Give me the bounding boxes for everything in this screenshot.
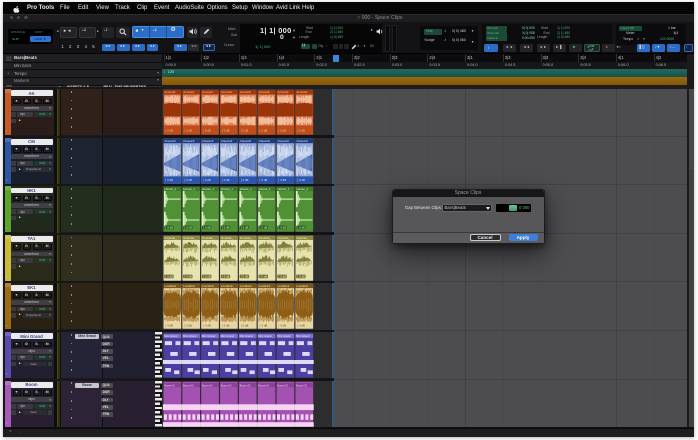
svg-text:⌠ 0 dB: ⌠ 0 dB: [184, 226, 192, 230]
svg-text:⌠ 0 dB: ⌠ 0 dB: [278, 177, 286, 181]
svg-text:Classic#: Classic#: [183, 139, 195, 143]
svg-text:Classic#: Classic#: [164, 139, 176, 143]
svg-text:House_1: House_1: [259, 187, 271, 191]
svg-text:Dzybiab_: Dzybiab_: [296, 236, 309, 240]
svg-text:Dzybiab_: Dzybiab_: [277, 236, 290, 240]
svg-text:Loudkick: Loudkick: [277, 284, 289, 288]
svg-text:⌠ 0 dB: ⌠ 0 dB: [278, 128, 286, 132]
svg-text:⌠ 0 dB: ⌠ 0 dB: [221, 274, 229, 278]
svg-text:Loudkick: Loudkick: [221, 284, 233, 288]
svg-text:Dzybiab_: Dzybiab_: [183, 236, 196, 240]
svg-text:⌠ 0 dB: ⌠ 0 dB: [165, 226, 173, 230]
svg-text:⌠ 0 dB: ⌠ 0 dB: [184, 274, 192, 278]
svg-text:⌠ 0 dB: ⌠ 0 dB: [240, 274, 248, 278]
svg-text:⌠ 0 dB: ⌠ 0 dB: [297, 226, 305, 230]
svg-text:⌠ 0 dB: ⌠ 0 dB: [184, 324, 192, 328]
svg-text:Acoustic: Acoustic: [240, 90, 252, 94]
svg-text:Boom+Cl: Boom+Cl: [258, 383, 269, 387]
svg-text:Mini Gr|and: Mini Gr|and: [277, 334, 291, 338]
svg-text:⌠ 0 dB: ⌠ 0 dB: [240, 128, 248, 132]
svg-text:⌠ 0 dB: ⌠ 0 dB: [297, 324, 305, 328]
svg-text:Boom+Cl: Boom+Cl: [221, 383, 232, 387]
svg-text:Boom+Cl: Boom+Cl: [277, 383, 288, 387]
svg-text:Mini Gr|and: Mini Gr|and: [202, 334, 216, 338]
svg-text:⌠ 0 dB: ⌠ 0 dB: [297, 128, 305, 132]
svg-text:Boom+Cl: Boom+Cl: [240, 383, 251, 387]
svg-text:Dzybiab_: Dzybiab_: [202, 236, 215, 240]
svg-text:⌠ 0 dB: ⌠ 0 dB: [203, 177, 211, 181]
svg-text:House_1: House_1: [183, 187, 195, 191]
svg-text:Loudkick: Loudkick: [183, 284, 195, 288]
svg-text:⌠ 0 dB: ⌠ 0 dB: [240, 177, 248, 181]
svg-text:⌠ 0 dB: ⌠ 0 dB: [297, 274, 305, 278]
svg-text:⌠ 0 dB: ⌠ 0 dB: [259, 226, 267, 230]
svg-text:⌠ 0 dB: ⌠ 0 dB: [203, 128, 211, 132]
svg-text:House_1: House_1: [202, 187, 214, 191]
svg-text:Acoustic: Acoustic: [202, 90, 214, 94]
svg-text:⌠ 0 dB: ⌠ 0 dB: [165, 177, 173, 181]
svg-text:Boom+Cl: Boom+Cl: [296, 383, 307, 387]
svg-text:Boom+Cl: Boom+Cl: [183, 383, 194, 387]
svg-text:⌠ 0 dB: ⌠ 0 dB: [184, 177, 192, 181]
svg-text:⌠ 0 dB: ⌠ 0 dB: [221, 324, 229, 328]
svg-text:⌠ 0 dB: ⌠ 0 dB: [203, 324, 211, 328]
svg-text:House_1: House_1: [277, 187, 289, 191]
svg-text:⌠ 0 dB: ⌠ 0 dB: [203, 226, 211, 230]
svg-text:Mini Gr|and: Mini Gr|and: [240, 334, 254, 338]
svg-text:⌠ 0 dB: ⌠ 0 dB: [203, 274, 211, 278]
svg-text:Acoustic: Acoustic: [164, 90, 176, 94]
svg-text:House_1: House_1: [240, 187, 252, 191]
svg-text:⌠ 0 dB: ⌠ 0 dB: [221, 226, 229, 230]
svg-text:⌠ 0 dB: ⌠ 0 dB: [278, 226, 286, 230]
svg-text:Mini Gr|and: Mini Gr|and: [258, 334, 272, 338]
svg-text:⌠ 0 dB: ⌠ 0 dB: [165, 324, 173, 328]
svg-text:Boom+Cl: Boom+Cl: [202, 383, 213, 387]
svg-text:⌠ 0 dB: ⌠ 0 dB: [165, 274, 173, 278]
svg-text:Mini Gr|and: Mini Gr|and: [221, 334, 235, 338]
svg-text:Classic#: Classic#: [221, 139, 233, 143]
svg-text:⌠ 0 dB: ⌠ 0 dB: [165, 128, 173, 132]
svg-text:Boom+Cl: Boom+Cl: [164, 383, 175, 387]
svg-text:Dzybiab_: Dzybiab_: [164, 236, 177, 240]
svg-text:Acoustic: Acoustic: [277, 90, 289, 94]
svg-text:Loudkick: Loudkick: [296, 284, 308, 288]
svg-text:⌠ 0 dB: ⌠ 0 dB: [184, 128, 192, 132]
svg-text:⌠ 0 dB: ⌠ 0 dB: [221, 128, 229, 132]
svg-text:Classic#: Classic#: [259, 139, 271, 143]
svg-text:Classic#: Classic#: [202, 139, 214, 143]
svg-text:Acoustic: Acoustic: [259, 90, 271, 94]
svg-text:Dzybiab_: Dzybiab_: [240, 236, 253, 240]
svg-text:Loudkick: Loudkick: [240, 284, 252, 288]
svg-text:⌠ 0 dB: ⌠ 0 dB: [240, 324, 248, 328]
svg-text:⌠ 0 dB: ⌠ 0 dB: [259, 274, 267, 278]
svg-text:Loudkick: Loudkick: [202, 284, 214, 288]
svg-text:Acoustic: Acoustic: [221, 90, 233, 94]
svg-text:Loudkick: Loudkick: [164, 284, 176, 288]
svg-text:Loudkick: Loudkick: [259, 284, 271, 288]
svg-text:House_1: House_1: [296, 187, 308, 191]
svg-text:⌠ 0 dB: ⌠ 0 dB: [259, 128, 267, 132]
svg-text:Dzybiab_: Dzybiab_: [259, 236, 272, 240]
svg-text:Dzybiab_: Dzybiab_: [221, 236, 234, 240]
svg-text:Classic#: Classic#: [296, 139, 308, 143]
svg-text:Classic#: Classic#: [277, 139, 289, 143]
svg-text:House_1: House_1: [221, 187, 233, 191]
svg-text:Mini Gr|and: Mini Gr|and: [296, 334, 310, 338]
svg-text:Mini Gr|and: Mini Gr|and: [183, 334, 197, 338]
svg-text:Classic#: Classic#: [240, 139, 252, 143]
svg-text:⌠ 0 dB: ⌠ 0 dB: [278, 274, 286, 278]
svg-text:⌠ 0 dB: ⌠ 0 dB: [297, 177, 305, 181]
svg-text:⌠ 0 dB: ⌠ 0 dB: [278, 324, 286, 328]
svg-text:⌠ 0 dB: ⌠ 0 dB: [259, 324, 267, 328]
svg-text:⌠ 0 dB: ⌠ 0 dB: [240, 226, 248, 230]
svg-text:Mini Gr|and: Mini Gr|and: [164, 334, 178, 338]
svg-text:⌠ 0 dB: ⌠ 0 dB: [259, 177, 267, 181]
svg-text:⌠ 0 dB: ⌠ 0 dB: [221, 177, 229, 181]
svg-text:Acoustic: Acoustic: [183, 90, 195, 94]
svg-text:Acoustic: Acoustic: [296, 90, 308, 94]
svg-text:House_1: House_1: [164, 187, 176, 191]
